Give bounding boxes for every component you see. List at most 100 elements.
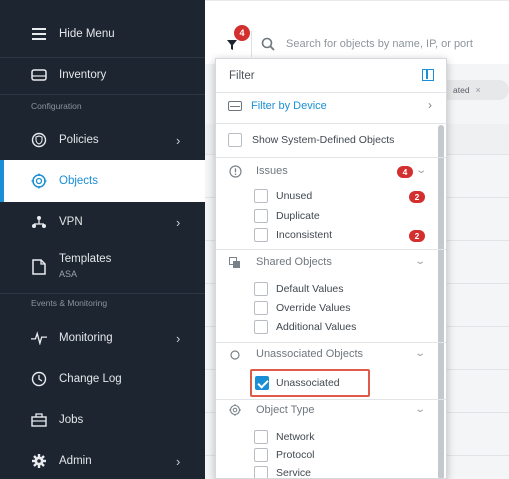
chevron-down-icon[interactable]: ⌄ (414, 348, 426, 359)
filter-funnel-icon (227, 40, 237, 50)
sidebar-item-templates[interactable]: Templates ASA (0, 245, 205, 289)
chip-close-icon[interactable]: × (476, 85, 481, 95)
shield-icon (31, 132, 47, 148)
issue-inconsistent-checkbox[interactable] (254, 228, 268, 242)
show-system-defined-label: Show System-Defined Objects (252, 134, 395, 146)
pulse-icon (31, 330, 47, 346)
issue-option-label: Unused (276, 190, 313, 202)
panel-scrollbar[interactable] (438, 125, 444, 478)
shared-objects-group-label: Shared Objects (256, 256, 332, 268)
object-type-option-label: Service (276, 467, 312, 479)
sidebar-item-label: Policies (59, 134, 99, 146)
panel-divider (216, 249, 446, 250)
object-type-group-label: Object Type (256, 404, 315, 416)
issue-duplicate-checkbox[interactable] (254, 209, 268, 223)
chip-label: ated (453, 85, 470, 95)
issue-option-label: Duplicate (276, 210, 320, 222)
sidebar-item-label: Monitoring (59, 332, 113, 344)
objects-icon (31, 173, 47, 189)
sidebar-item-label: VPN (59, 216, 83, 228)
sidebar-divider (0, 94, 205, 95)
chevron-down-icon[interactable]: ⌄ (414, 404, 426, 415)
shared-objects-icon (228, 256, 242, 270)
hide-menu-button[interactable]: Hide Menu (0, 14, 205, 54)
chevron-down-icon[interactable]: ⌄ (415, 165, 427, 176)
sidebar-item-policies[interactable]: Policies › (0, 120, 205, 160)
issue-unused-checkbox[interactable] (254, 189, 268, 203)
chevron-down-icon[interactable]: ⌄ (414, 256, 426, 267)
issue-count-badge: 2 (409, 230, 425, 242)
unassociated-icon (228, 348, 242, 362)
object-type-option-label: Network (276, 431, 315, 443)
panel-divider (216, 342, 446, 343)
active-filter-chip[interactable]: ated × (441, 80, 509, 100)
sidebar-item-label: Objects (59, 175, 98, 187)
override-values-checkbox[interactable] (254, 301, 268, 315)
template-icon (31, 259, 47, 275)
section-configuration: Configuration (31, 101, 82, 111)
filter-panel-title: Filter (229, 70, 255, 82)
issues-group-label: Issues (256, 165, 288, 177)
search-box (251, 31, 509, 57)
issue-option-label: Inconsistent (276, 229, 333, 241)
chevron-right-icon: › (176, 132, 181, 148)
object-type-icon (228, 403, 242, 417)
sidebar-item-admin[interactable]: Admin › (0, 441, 205, 479)
type-protocol-checkbox[interactable] (254, 448, 268, 462)
sidebar-item-label: Admin (59, 455, 92, 467)
gear-icon (31, 453, 47, 469)
unassociated-checkbox[interactable] (255, 376, 269, 390)
toolbar: 4 (205, 0, 509, 64)
search-icon (261, 37, 275, 51)
filter-by-device-label: Filter by Device (251, 100, 327, 112)
issues-count-badge: 4 (397, 166, 413, 178)
jobs-icon (31, 412, 47, 428)
shared-option-label: Additional Values (276, 321, 357, 333)
filter-by-device-link[interactable]: Filter by Device › (216, 95, 446, 119)
chevron-right-icon: › (176, 214, 181, 230)
hide-menu-label: Hide Menu (59, 28, 115, 40)
issue-count-badge: 2 (409, 191, 425, 203)
sidebar-item-objects[interactable]: Objects (0, 160, 205, 202)
sidebar-item-label: Templates (59, 253, 112, 265)
sidebar-item-label: Jobs (59, 414, 84, 426)
search-input[interactable] (286, 35, 509, 53)
unassociated-option-label: Unassociated (276, 377, 340, 389)
chevron-right-icon: › (176, 453, 181, 469)
shared-option-label: Override Values (276, 302, 351, 314)
unassociated-group-label: Unassociated Objects (256, 348, 363, 360)
panel-divider (216, 123, 446, 124)
type-network-checkbox[interactable] (254, 430, 268, 444)
sidebar-item-monitoring[interactable]: Monitoring › (0, 318, 205, 358)
object-type-option-label: Protocol (276, 449, 315, 461)
sidebar-item-inventory[interactable]: Inventory (0, 55, 205, 95)
filter-count-badge: 4 (234, 25, 250, 41)
device-icon (31, 67, 47, 83)
hamburger-icon (31, 26, 47, 42)
filter-panel: Filter Filter by Device › Show System-De… (215, 58, 447, 479)
sidebar-item-jobs[interactable]: Jobs (0, 400, 205, 440)
scrollbar-thumb[interactable] (438, 125, 444, 478)
sidebar-item-change-log[interactable]: Change Log (0, 359, 205, 399)
sidebar-divider (0, 293, 205, 294)
issues-icon (228, 164, 242, 178)
sidebar-item-label: Inventory (59, 69, 107, 81)
panel-divider (216, 157, 446, 158)
sidebar-item-label: Change Log (59, 373, 122, 385)
show-system-defined-checkbox[interactable] (228, 133, 242, 147)
app-root: Hide Menu Inventory Configuration Polici… (0, 0, 509, 479)
default-values-checkbox[interactable] (254, 282, 268, 296)
panel-divider (216, 92, 446, 93)
additional-values-checkbox[interactable] (254, 320, 268, 334)
sidebar: Hide Menu Inventory Configuration Polici… (0, 0, 205, 479)
device-icon (228, 101, 242, 111)
collapse-panel-icon[interactable] (422, 69, 434, 81)
chevron-right-icon: › (428, 98, 432, 112)
chevron-right-icon: › (176, 330, 181, 346)
section-events-monitoring: Events & Monitoring (31, 298, 108, 308)
panel-divider (216, 399, 446, 400)
templates-sublabel: ASA (59, 269, 78, 279)
shared-option-label: Default Values (276, 283, 344, 295)
sidebar-item-vpn[interactable]: VPN › (0, 202, 205, 242)
type-service-checkbox[interactable] (254, 466, 268, 478)
